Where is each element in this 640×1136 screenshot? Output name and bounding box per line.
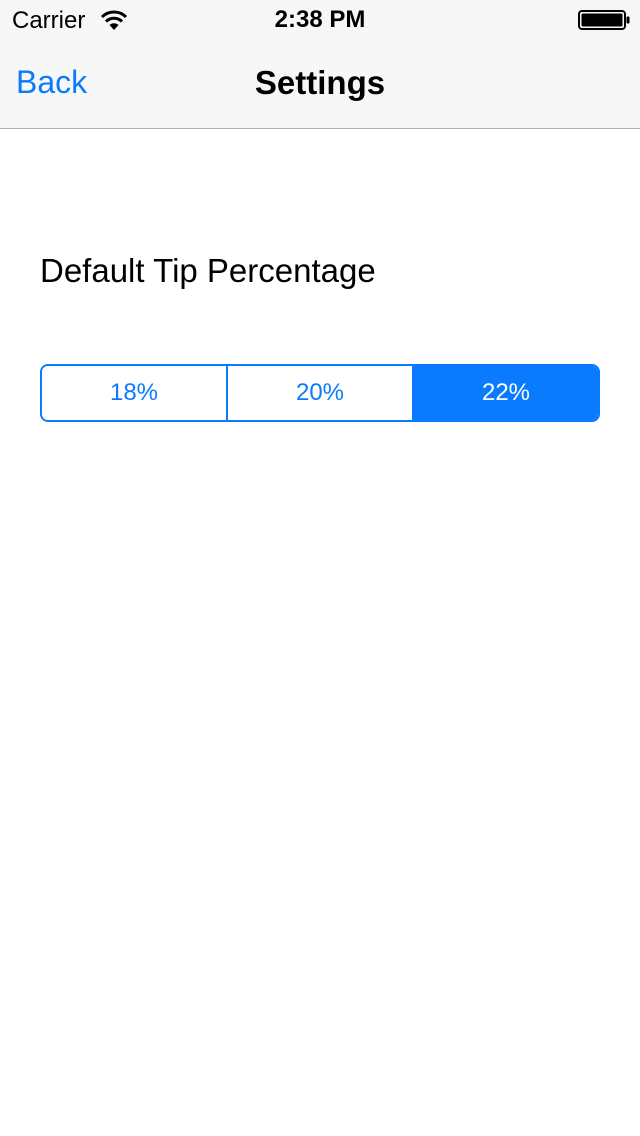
tip-percentage-segmented-control[interactable]: 18% 20% 22%	[40, 364, 600, 422]
status-time: 2:38 PM	[274, 6, 366, 33]
top-bar: Carrier 2:38 PM Back Settings	[0, 0, 640, 129]
status-bar: Carrier 2:38 PM	[0, 0, 640, 40]
page-title: Settings	[254, 64, 386, 101]
tip-option-22[interactable]: 22%	[412, 366, 598, 420]
default-tip-label: Default Tip Percentage	[40, 252, 376, 289]
tip-option-20[interactable]: 20%	[226, 366, 412, 420]
navigation-bar: Back Settings	[0, 40, 640, 128]
tip-option-18[interactable]: 18%	[42, 366, 226, 420]
battery-icon	[578, 10, 630, 30]
